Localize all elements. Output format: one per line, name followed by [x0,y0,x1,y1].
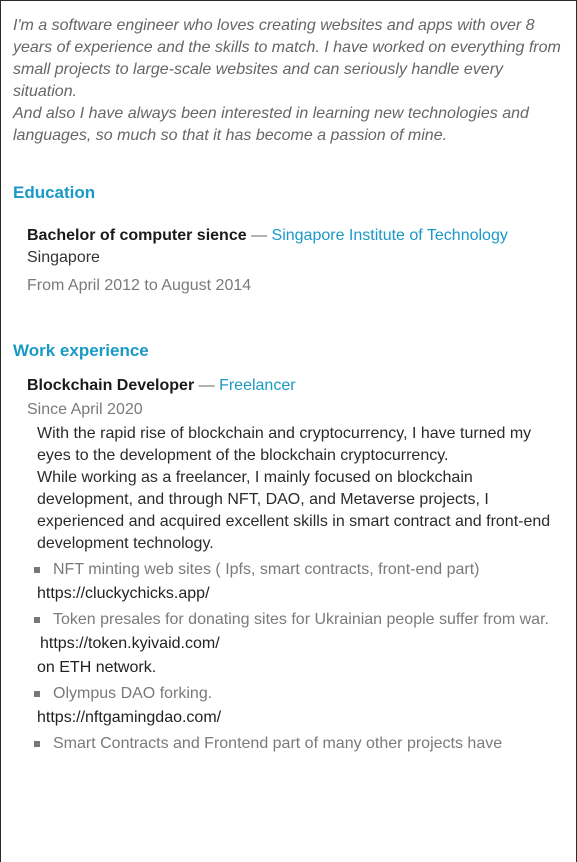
project-link[interactable]: https://cluckychicks.app/ [27,583,566,605]
employer-name: Freelancer [219,377,296,394]
intro-text: I'm a software engineer who loves creati… [13,15,566,147]
work-description-2: While working as a freelancer, I mainly … [37,469,551,552]
resume-page: I'm a software engineer who loves creati… [0,0,577,862]
list-item: Olympus DAO forking. [27,683,566,705]
square-bullet-icon [34,567,40,573]
education-entry: Bachelor of computer sience — Singapore … [13,225,566,297]
school-name: Singapore Institute of Technology [271,227,508,244]
education-location: Singapore [27,249,100,266]
work-experience-heading: Work experience [13,341,149,360]
separator: — [251,227,268,244]
square-bullet-icon [34,617,40,623]
degree-title: Bachelor of computer sience [27,227,247,244]
education-dates: From April 2012 to August 2014 [27,277,252,294]
square-bullet-icon [34,741,40,747]
project-link[interactable]: https://nftgamingdao.com/ [27,707,566,729]
list-item: Token presales for donating sites for Uk… [27,609,566,631]
work-entry: Blockchain Developer — Freelancer Since … [13,375,566,755]
work-dates: Since April 2020 [27,401,143,418]
list-item: NFT minting web sites ( Ipfs, smart cont… [27,559,566,581]
list-item: Smart Contracts and Frontend part of man… [27,733,566,755]
project-list: Token presales for donating sites for Uk… [27,609,566,631]
separator: — [198,377,215,394]
job-role: Blockchain Developer [27,377,195,394]
project-list: Olympus DAO forking. [27,683,566,705]
intro-paragraph-1: I'm a software engineer who loves creati… [13,17,561,100]
intro-paragraph-2: And also I have always been interested i… [13,105,529,144]
project-list: Smart Contracts and Frontend part of man… [27,733,566,755]
project-note: on ETH network. [37,659,157,676]
square-bullet-icon [34,691,40,697]
work-description-1: With the rapid rise of blockchain and cr… [37,425,532,464]
education-heading: Education [13,183,96,202]
work-description: With the rapid rise of blockchain and cr… [27,423,566,555]
project-list: NFT minting web sites ( Ipfs, smart cont… [27,559,566,581]
project-link[interactable]: https://token.kyivaid.com/ [27,633,566,655]
